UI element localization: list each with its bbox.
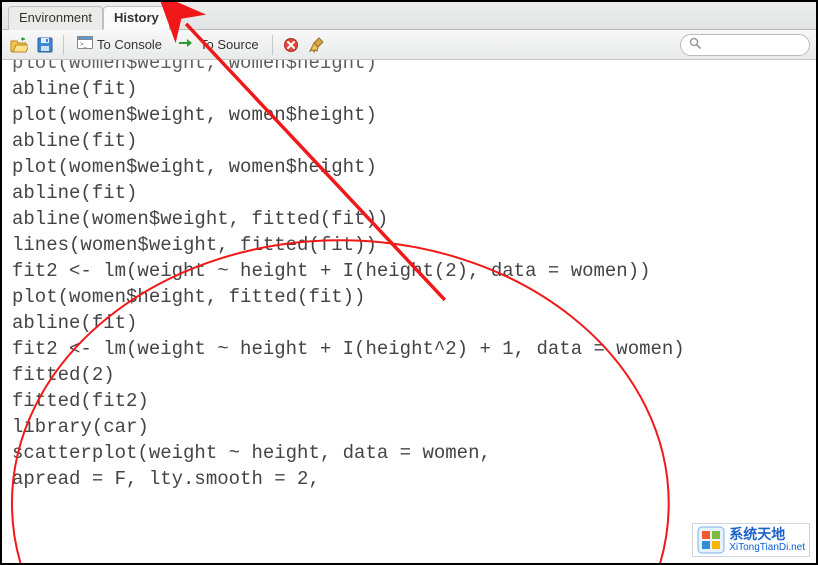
history-line[interactable]: abline(fit) — [12, 310, 806, 336]
history-line[interactable]: abline(fit) — [12, 76, 806, 102]
history-line[interactable]: abline(fit) — [12, 180, 806, 206]
history-line[interactable]: apread = F, lty.smooth = 2, — [12, 466, 806, 492]
delete-icon[interactable] — [280, 34, 302, 56]
history-code-area[interactable]: plot(women$weight, women$height)abline(f… — [2, 60, 816, 563]
history-line[interactable]: fit2 <- lm(weight ~ height + I(height(2)… — [12, 258, 806, 284]
search-icon — [689, 36, 701, 54]
history-line[interactable]: fitted(2) — [12, 362, 806, 388]
to-console-label: To Console — [97, 37, 162, 52]
toolbar-separator — [272, 35, 273, 55]
save-icon[interactable] — [34, 34, 56, 56]
tab-history[interactable]: History — [103, 6, 170, 30]
history-line[interactable]: plot(women$weight, women$height) — [12, 102, 806, 128]
watermark-title: 系统天地 — [729, 527, 805, 542]
to-source-button[interactable]: To Source — [172, 33, 265, 57]
to-source-label: To Source — [200, 37, 259, 52]
history-line[interactable]: library(car) — [12, 414, 806, 440]
history-line[interactable]: lines(women$weight, fitted(fit)) — [12, 232, 806, 258]
to-console-button[interactable]: >_ To Console — [71, 33, 168, 57]
watermark-logo-icon — [697, 526, 725, 554]
history-line[interactable]: plot(women$weight, women$height) — [12, 154, 806, 180]
console-icon: >_ — [77, 36, 93, 53]
toolbar-separator — [63, 35, 64, 55]
history-line[interactable]: abline(fit) — [12, 128, 806, 154]
broom-icon[interactable] — [306, 34, 328, 56]
history-line[interactable]: plot(women$height, fitted(fit)) — [12, 284, 806, 310]
search-input[interactable] — [705, 38, 818, 52]
search-box[interactable] — [680, 34, 810, 56]
history-line[interactable]: fit2 <- lm(weight ~ height + I(height^2)… — [12, 336, 806, 362]
history-line[interactable]: abline(women$weight, fitted(fit)) — [12, 206, 806, 232]
history-line[interactable]: plot(women$weight, women$height) — [12, 60, 806, 76]
watermark: 系统天地 XiTongTianDi.net — [692, 523, 810, 557]
tab-environment[interactable]: Environment — [8, 6, 103, 30]
source-arrow-icon — [178, 37, 196, 52]
watermark-url: XiTongTianDi.net — [729, 542, 805, 553]
history-toolbar: >_ To Console To Source — [2, 30, 816, 60]
history-line[interactable]: scatterplot(weight ~ height, data = wome… — [12, 440, 806, 466]
history-line[interactable]: fitted(fit2) — [12, 388, 806, 414]
svg-text:>_: >_ — [80, 42, 88, 48]
open-icon[interactable] — [8, 34, 30, 56]
tab-bar: Environment History — [2, 2, 816, 30]
window-frame: { "tabs": { "environment": "Environment"… — [0, 0, 818, 565]
